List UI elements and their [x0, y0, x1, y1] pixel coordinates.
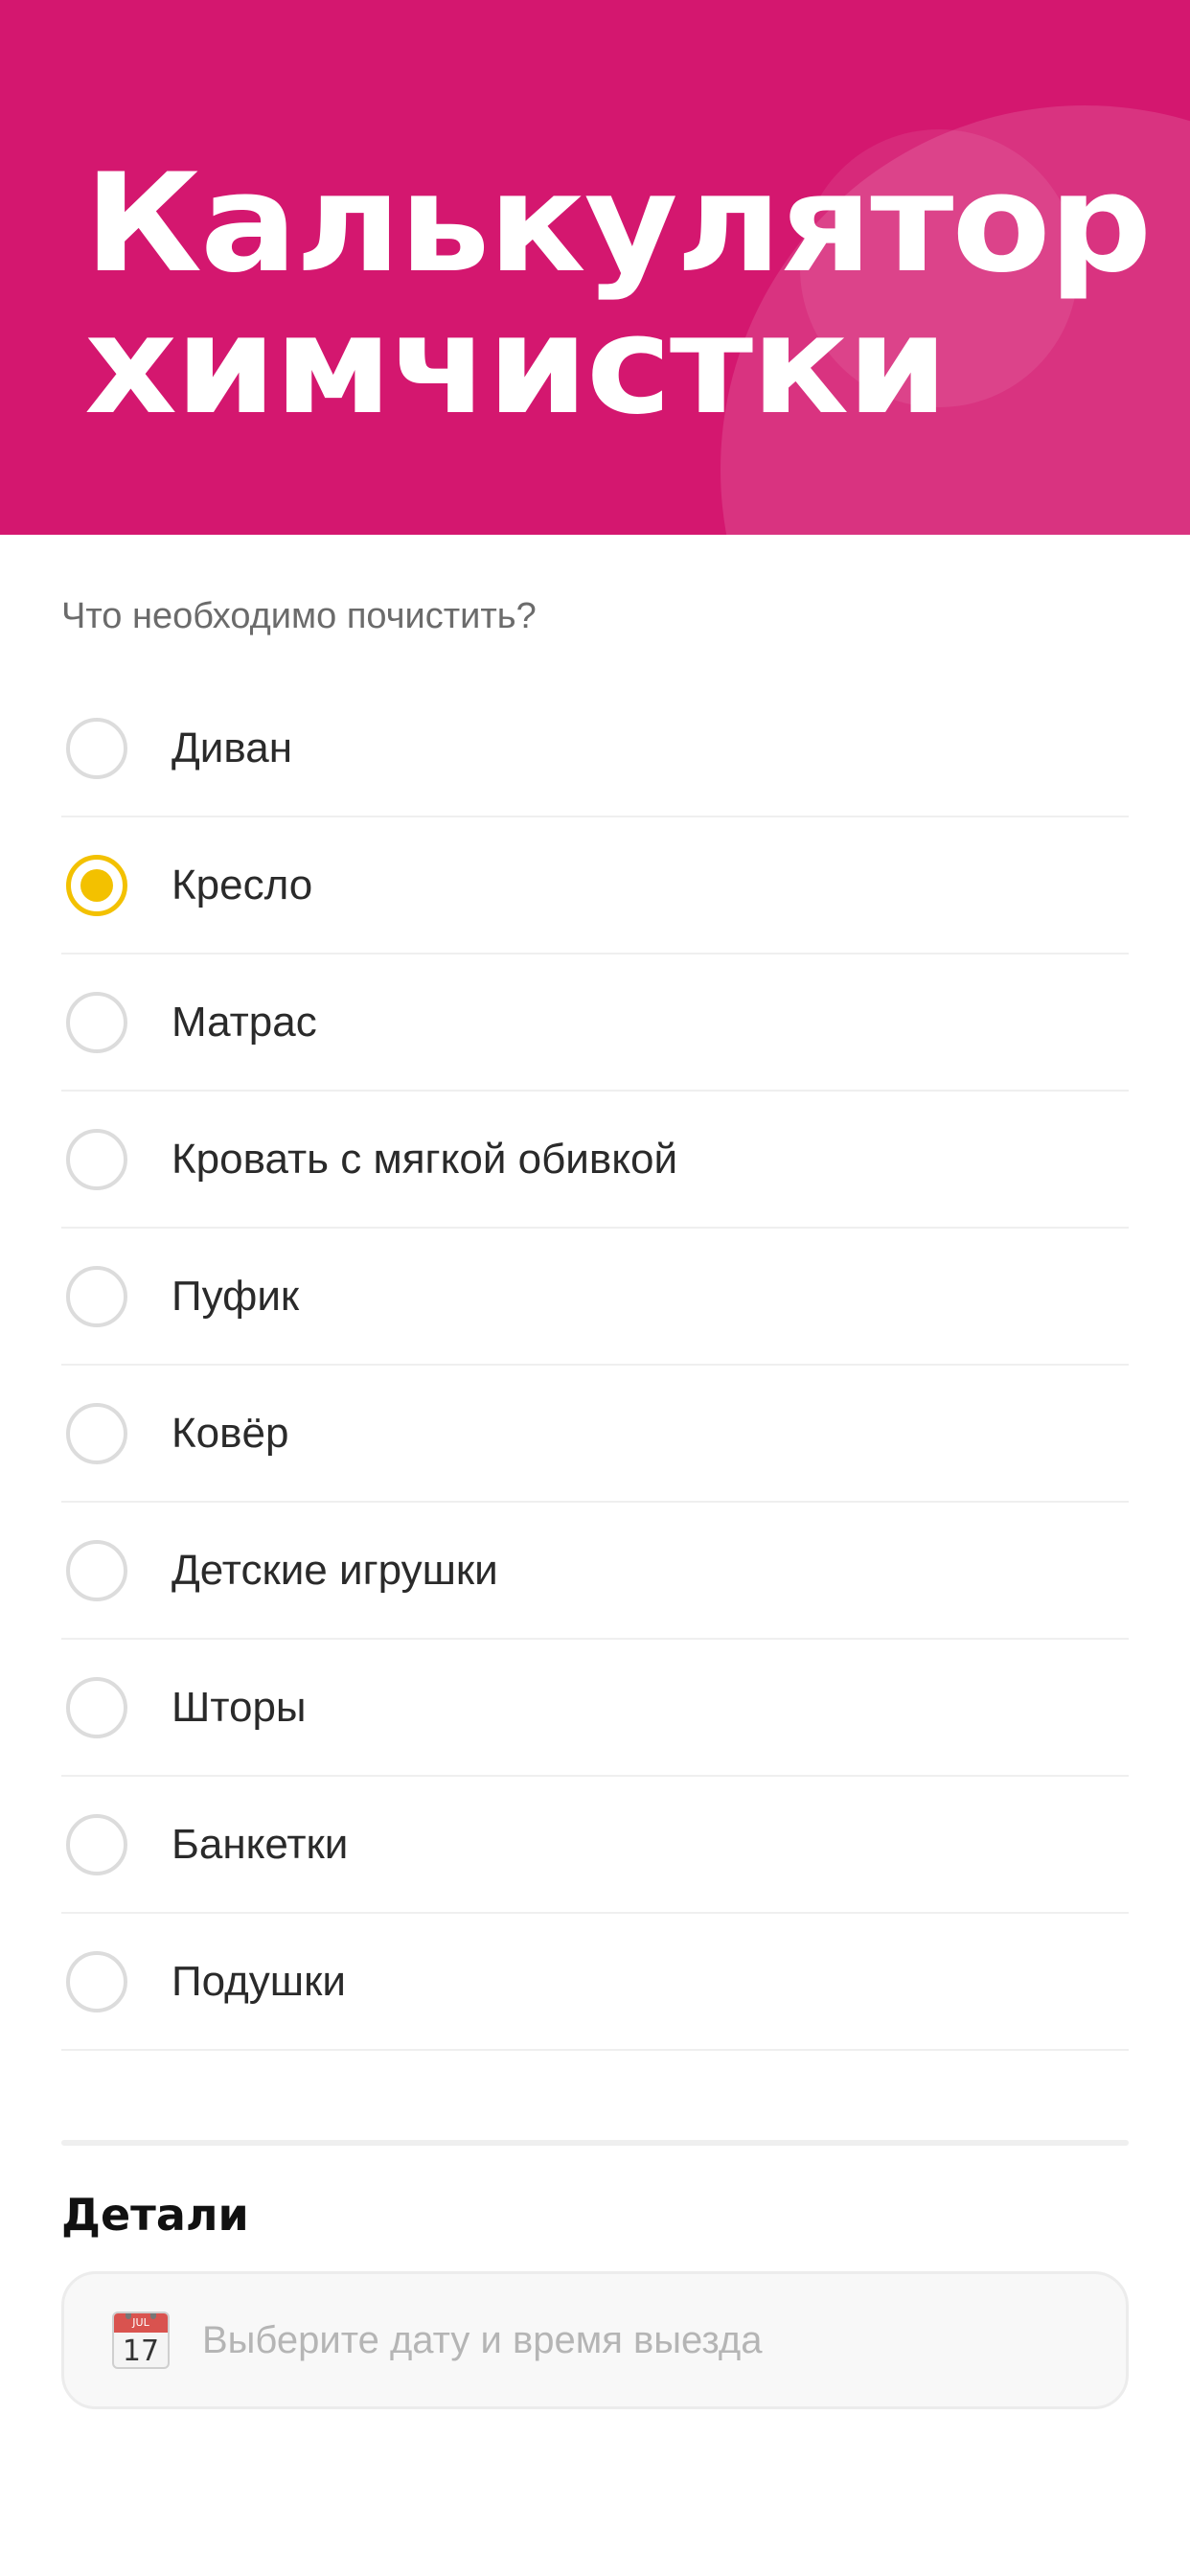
option-item-pufik[interactable]: Пуфик — [61, 1229, 1129, 1366]
option-label: Подушки — [172, 1957, 346, 2005]
option-item-divan[interactable]: Диван — [61, 680, 1129, 817]
option-item-kover[interactable]: Ковёр — [61, 1366, 1129, 1503]
radio-button[interactable] — [66, 1539, 127, 1601]
radio-button[interactable] — [66, 1265, 127, 1327]
radio-button[interactable] — [66, 1402, 127, 1464]
option-label: Кресло — [172, 861, 313, 908]
calendar-icon: JUL 17 — [112, 2312, 170, 2369]
page-title-line2: химчистки — [84, 287, 949, 445]
option-label: Детские игрушки — [172, 1546, 498, 1594]
calendar-day: 17 — [122, 2334, 160, 2368]
radio-button[interactable] — [66, 991, 127, 1053]
calendar-month: JUL — [132, 2316, 149, 2329]
question-label: Что необходимо почистить? — [61, 596, 537, 636]
radio-button[interactable] — [66, 1676, 127, 1738]
option-label: Пуфик — [172, 1272, 300, 1320]
radio-button[interactable] — [66, 1813, 127, 1875]
section-divider — [61, 2140, 1129, 2146]
page-title-line1: Калькулятор — [84, 145, 1152, 303]
option-label: Диван — [172, 724, 293, 771]
option-item-krovat[interactable]: Кровать с мягкой обивкой — [61, 1092, 1129, 1229]
date-time-picker-field[interactable]: JUL 17 Выберите дату и время выезда — [61, 2271, 1129, 2409]
date-placeholder: Выберите дату и время выезда — [202, 2318, 763, 2361]
option-item-kreslo[interactable]: Кресло — [61, 817, 1129, 954]
option-label: Матрас — [172, 998, 317, 1046]
radio-button[interactable] — [66, 1128, 127, 1190]
option-item-igrushki[interactable]: Детские игрушки — [61, 1503, 1129, 1640]
option-label: Банкетки — [172, 1820, 349, 1868]
page-title: Калькулятор химчистки — [84, 153, 1190, 437]
option-label: Шторы — [172, 1683, 307, 1731]
details-heading: Детали — [61, 2189, 249, 2241]
option-item-matras[interactable]: Матрас — [61, 954, 1129, 1092]
option-label: Кровать с мягкой обивкой — [172, 1135, 678, 1183]
radio-button-selected[interactable] — [66, 854, 127, 916]
radio-button[interactable] — [66, 1950, 127, 2012]
option-label: Ковёр — [172, 1409, 289, 1457]
radio-button[interactable] — [66, 717, 127, 779]
options-list: Диван Кресло Матрас Кровать с мягкой оби… — [61, 680, 1129, 2051]
radio-dot — [80, 868, 113, 902]
header-banner: Калькулятор химчистки — [0, 0, 1190, 535]
option-item-banketki[interactable]: Банкетки — [61, 1777, 1129, 1914]
option-item-podushki[interactable]: Подушки — [61, 1914, 1129, 2051]
option-item-shtory[interactable]: Шторы — [61, 1640, 1129, 1777]
